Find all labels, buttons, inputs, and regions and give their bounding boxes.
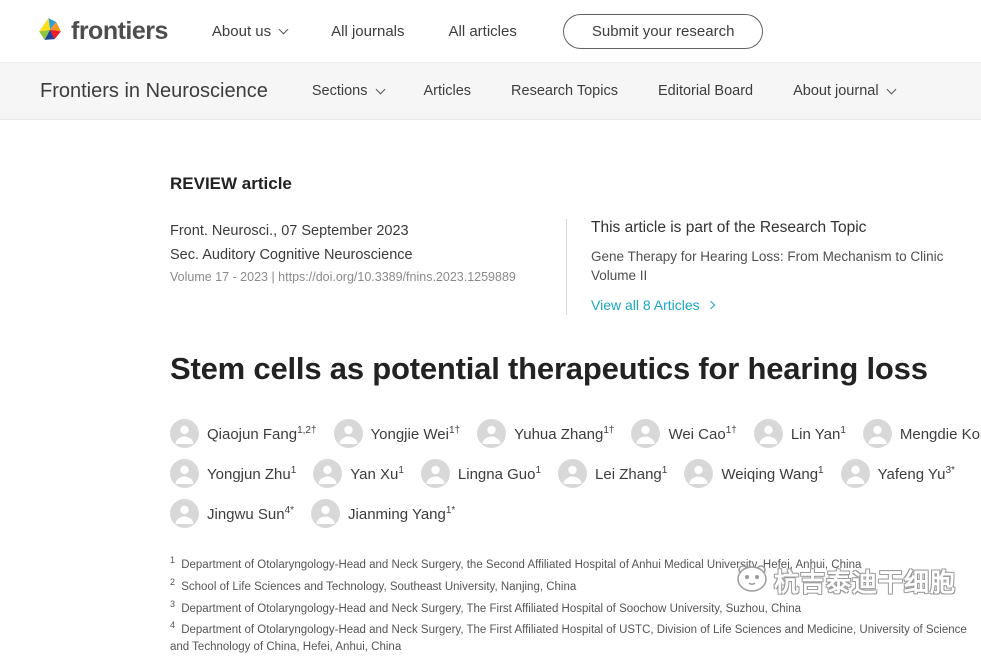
author-row: Yongjun Zhu1 Yan Xu1 Lingna Guo1 Lei Zha… [170,459,961,488]
author-link[interactable]: Wei Cao1† [631,419,736,448]
affiliation-line: 1 Department of Otolaryngology-Head and … [170,552,975,574]
journal-nav-links: Sections Articles Research Topics Editor… [312,83,895,99]
person-avatar-icon [170,419,199,448]
author-name: Jianming Yang1* [348,505,455,523]
journal-navbar: Frontiers in Neuroscience Sections Artic… [0,63,981,120]
person-avatar-icon [684,459,713,488]
affiliations-list: 1 Department of Otolaryngology-Head and … [170,552,975,656]
person-avatar-icon [334,419,363,448]
author-link[interactable]: Lingna Guo1 [421,459,541,488]
nav-about-us[interactable]: About us [212,23,287,40]
person-avatar-icon [631,419,660,448]
citation-section: Sec. Auditory Cognitive Neuroscience [170,243,566,267]
author-name: Lingna Guo1 [458,465,541,483]
author-name: Mengdie Kong2 [900,425,981,443]
authors-list: Qiaojun Fang1,2† Yongjie Wei1† Yuhua Zha… [170,419,961,528]
author-name: Lei Zhang1 [595,465,667,483]
author-name: Weiqing Wang1 [721,465,823,483]
author-link[interactable]: Yongjie Wei1† [334,419,461,448]
article-type-label: REVIEW article [170,174,961,194]
author-name: Jingwu Sun4* [207,505,294,523]
person-avatar-icon [477,419,506,448]
person-avatar-icon [170,459,199,488]
author-name: Qiaojun Fang1,2† [207,425,317,443]
author-row: Qiaojun Fang1,2† Yongjie Wei1† Yuhua Zha… [170,419,961,448]
author-link[interactable]: Weiqing Wang1 [684,459,823,488]
top-nav-links: About us All journals All articles [212,23,517,40]
author-row: Jingwu Sun4* Jianming Yang1* [170,499,961,528]
person-avatar-icon [170,499,199,528]
citation-block: Front. Neurosci., 07 September 2023 Sec.… [170,219,566,315]
author-link[interactable]: Mengdie Kong2 [863,419,981,448]
chevron-right-icon [706,301,714,309]
top-navbar: frontiers About us All journals All arti… [0,0,981,63]
brand-name: frontiers [71,17,168,46]
person-avatar-icon [558,459,587,488]
frontiers-logo[interactable]: frontiers [36,15,168,48]
person-avatar-icon [421,459,450,488]
affiliation-line: 4 Department of Otolaryngology-Head and … [170,617,975,656]
author-link[interactable]: Lin Yan1 [754,419,846,448]
nav-all-articles[interactable]: All articles [449,23,517,40]
person-avatar-icon [863,419,892,448]
article-title: Stem cells as potential therapeutics for… [170,351,961,387]
author-name: Yongjie Wei1† [371,425,461,443]
author-link[interactable]: Jingwu Sun4* [170,499,294,528]
citation-journal-date: Front. Neurosci., 07 September 2023 [170,219,566,243]
nav-all-journals[interactable]: All journals [331,23,404,40]
person-avatar-icon [311,499,340,528]
nav-research-topics[interactable]: Research Topics [511,83,618,99]
author-name: Lin Yan1 [791,425,846,443]
affiliation-line: 2 School of Life Sciences and Technology… [170,574,975,596]
author-name: Yuhua Zhang1† [514,425,614,443]
nav-sections[interactable]: Sections [312,83,384,99]
chevron-down-icon [886,84,896,94]
author-link[interactable]: Jianming Yang1* [311,499,455,528]
frontiers-pinwheel-icon [36,15,64,48]
submit-research-button[interactable]: Submit your research [563,14,764,49]
article-header: REVIEW article Front. Neurosci., 07 Sept… [0,174,981,656]
nav-editorial-board[interactable]: Editorial Board [658,83,753,99]
author-link[interactable]: Yan Xu1 [313,459,404,488]
person-avatar-icon [841,459,870,488]
author-link[interactable]: Qiaojun Fang1,2† [170,419,317,448]
affiliation-line: 3 Department of Otolaryngology-Head and … [170,596,975,618]
nav-about-journal[interactable]: About journal [793,83,894,99]
author-link[interactable]: Yafeng Yu3* [841,459,955,488]
research-topic-heading: This article is part of the Research Top… [591,219,961,237]
author-name: Yafeng Yu3* [878,465,955,483]
author-name: Yongjun Zhu1 [207,465,296,483]
view-all-articles-link[interactable]: View all 8 Articles [591,297,714,313]
chevron-down-icon [279,24,289,34]
author-link[interactable]: Yongjun Zhu1 [170,459,296,488]
author-link[interactable]: Yuhua Zhang1† [477,419,614,448]
nav-articles[interactable]: Articles [424,83,472,99]
research-topic-title: Gene Therapy for Hearing Loss: From Mech… [591,247,961,285]
chevron-down-icon [375,84,385,94]
person-avatar-icon [754,419,783,448]
research-topic-box: This article is part of the Research Top… [567,219,961,315]
author-name: Yan Xu1 [350,465,404,483]
article-meta-row: Front. Neurosci., 07 September 2023 Sec.… [170,219,961,315]
author-link[interactable]: Lei Zhang1 [558,459,667,488]
volume-doi-text: Volume 17 - 2023 | https://doi.org/10.33… [170,270,566,284]
author-name: Wei Cao1† [668,425,736,443]
person-avatar-icon [313,459,342,488]
journal-title-link[interactable]: Frontiers in Neuroscience [40,80,268,103]
